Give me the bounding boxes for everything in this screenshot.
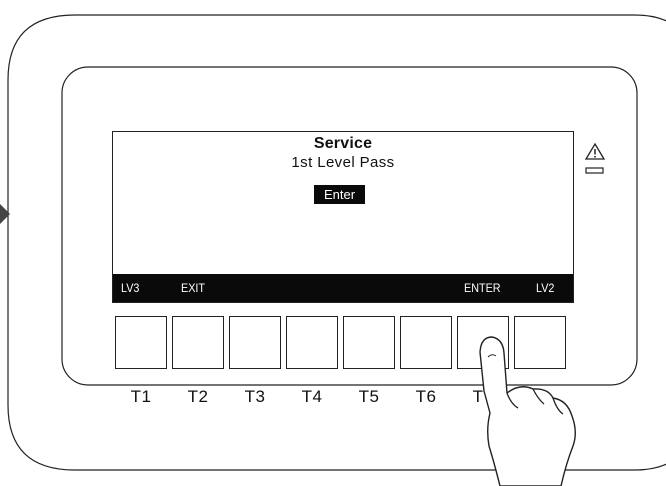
key-t2[interactable]: [172, 316, 224, 369]
key-label-t2: T2: [187, 387, 209, 406]
key-t6[interactable]: [400, 316, 452, 369]
key-t4[interactable]: [286, 316, 338, 369]
status-led-icon: [585, 167, 604, 174]
key-label-t4: T4: [301, 387, 323, 406]
key-t7[interactable]: [457, 316, 509, 369]
selected-item: Enter: [314, 185, 365, 204]
warning-triangle-icon: [584, 142, 606, 174]
key-t8[interactable]: [514, 316, 566, 369]
screen-title: Service: [313, 135, 373, 152]
key-label-t8: T8: [529, 387, 551, 406]
key-label-t7: T7: [472, 387, 494, 406]
key-label-t6: T6: [415, 387, 437, 406]
key-t5[interactable]: [343, 316, 395, 369]
softkey-label-exit: EXIT: [181, 281, 206, 295]
screen-subtitle: 1st Level Pass: [291, 154, 395, 171]
softkey-label-lv3: LV3: [121, 281, 140, 295]
softkey-label-lv2: LV2: [536, 281, 555, 295]
key-label-t3: T3: [244, 387, 266, 406]
key-t3[interactable]: [229, 316, 281, 369]
key-t1[interactable]: [115, 316, 167, 369]
softkey-label-enter: ENTER: [464, 281, 501, 295]
softkey-bar: LV3 EXIT ENTER LV2: [113, 274, 573, 302]
key-label-t5: T5: [358, 387, 380, 406]
key-label-t1: T1: [130, 387, 152, 406]
lcd-screen: Service 1st Level Pass Enter LV3 EXIT EN…: [112, 131, 574, 303]
